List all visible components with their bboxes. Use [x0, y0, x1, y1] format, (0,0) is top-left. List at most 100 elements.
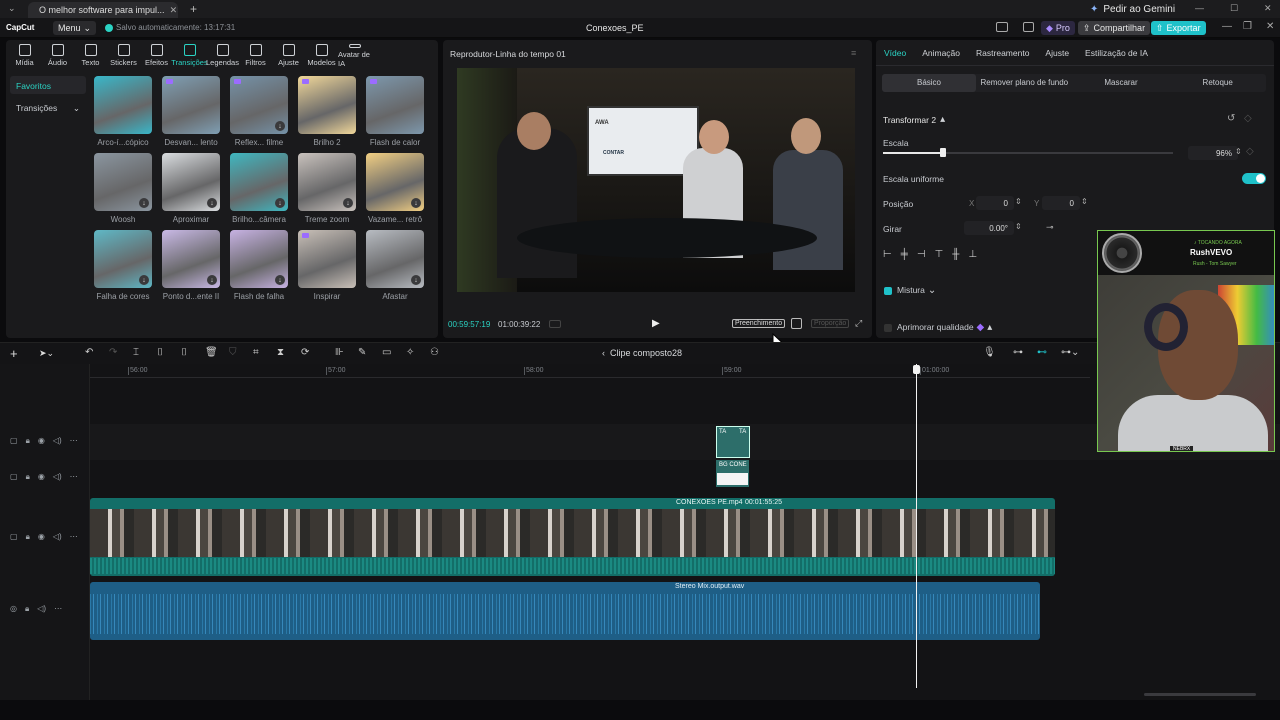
speaker-icon[interactable]: ◁) [53, 472, 62, 482]
uniform-scale-toggle[interactable] [1242, 173, 1266, 184]
tab-vídeo[interactable]: Vídeo [876, 48, 914, 58]
new-tab-icon[interactable]: + [190, 2, 197, 16]
app-minimize-icon[interactable]: — [1222, 21, 1232, 32]
blend-checkbox[interactable] [884, 287, 892, 295]
link-icon[interactable]: ⊶ [1013, 347, 1023, 358]
play-icon[interactable]: ▶ [652, 318, 660, 329]
eye-icon[interactable]: ◉ [38, 436, 45, 446]
subtab-remover-plano-de-fundo[interactable]: Remover plano de fundo [976, 74, 1073, 92]
add-track-icon[interactable]: + [10, 346, 18, 361]
pen-icon[interactable]: ✎ [358, 347, 366, 358]
effect-card[interactable]: Inspirar [294, 230, 360, 301]
close-window-icon[interactable]: ✕ [1264, 3, 1272, 14]
main-video-clip[interactable]: CONEXOES PE.mp4 00:01:55:25 [90, 498, 1055, 576]
lock-icon[interactable]: 🔒︎ [26, 436, 30, 446]
position-y-field[interactable]: 0 [1042, 196, 1080, 210]
delete-icon[interactable]: 🗑︎ [205, 347, 218, 358]
timecode-grid-icon[interactable] [549, 320, 561, 328]
effect-card[interactable]: ↓ Flash de falha [226, 230, 292, 301]
toolbar-ajuste[interactable]: Ajuste [272, 44, 305, 68]
time-ruler[interactable]: 56:00 57:00 58:00 59:00 01:00:00 [90, 364, 1090, 378]
split-right-icon[interactable]: ⌷ [181, 347, 187, 358]
download-icon[interactable]: ↓ [275, 275, 285, 285]
fullscreen-icon[interactable]: ⤢ [855, 318, 862, 329]
fill-mode-button[interactable]: Preenchimento [732, 319, 786, 328]
toolbar-modelos[interactable]: Modelos [305, 44, 338, 68]
align-center-icon[interactable]: ╪ [901, 249, 908, 260]
scale-slider-handle[interactable] [940, 148, 946, 157]
caption-icon[interactable]: ▭ [382, 347, 391, 358]
playhead-handle[interactable] [913, 365, 920, 374]
download-icon[interactable]: ↓ [139, 275, 149, 285]
magic-icon[interactable]: ✧ [406, 347, 414, 358]
stepper-icon[interactable]: ⇕ [1015, 197, 1022, 206]
align-left-icon[interactable]: ⊢ [883, 249, 892, 260]
stepper-icon[interactable]: ⇕ [1081, 197, 1088, 206]
stepper-icon[interactable]: ⇕ [1015, 222, 1022, 231]
align-bottom-icon[interactable]: ⊥ [968, 249, 977, 260]
toolbar-áudio[interactable]: Áudio [41, 44, 74, 68]
gemini-button[interactable]: ✦ Pedir ao Gemini [1090, 4, 1175, 15]
shortcut-icon[interactable] [1023, 22, 1034, 32]
tab-rastreamento[interactable]: Rastreamento [968, 48, 1037, 58]
toolbar-legendas[interactable]: Legendas [206, 44, 239, 68]
share-button[interactable]: ⇪ Compartilhar [1078, 21, 1151, 35]
subtab-mascarar[interactable]: Mascarar [1073, 74, 1170, 92]
transform-section[interactable]: Transformar 2 ▴ [883, 114, 945, 125]
rotate-field[interactable]: 0.00° [964, 221, 1014, 235]
overlay-clip-ta[interactable]: TA TA [716, 426, 750, 458]
scale-value-field[interactable]: 96% [1188, 146, 1238, 160]
video-preview[interactable]: AWA CONTAR [457, 68, 855, 292]
lock-icon[interactable]: 🔒︎ [26, 472, 30, 482]
more-icon[interactable]: ⋯ [54, 604, 62, 614]
overlay-clip-bg[interactable]: BG CONE [716, 460, 749, 487]
download-icon[interactable]: ↓ [207, 275, 217, 285]
tab-ajuste[interactable]: Ajuste [1037, 48, 1077, 58]
sidebar-item-transitions[interactable]: Transições ⌄ [10, 98, 86, 116]
chevron-down-icon[interactable]: ⌄ [8, 3, 16, 14]
effect-card[interactable]: ↓ Reflex... filme [226, 76, 292, 147]
playhead[interactable] [916, 364, 917, 688]
eye-icon[interactable]: ◉ [38, 532, 45, 542]
toolbar-efeitos[interactable]: Efeitos [140, 44, 173, 68]
sidebar-item-favorites[interactable]: Favoritos [10, 76, 86, 94]
effect-card[interactable]: ↓ Ponto d...ente II [158, 230, 224, 301]
toolbar-avatar-de-ia[interactable]: Avatar de IA [338, 44, 371, 68]
crop-icon[interactable]: ⌗ [253, 347, 259, 358]
effect-card[interactable]: Flash de calor [362, 76, 428, 147]
effect-card[interactable]: Desvan... lento [158, 76, 224, 147]
tab-animação[interactable]: Animação [914, 48, 968, 58]
menu-lines-icon[interactable]: ≡ [851, 48, 856, 58]
more-icon[interactable]: ⋯ [70, 436, 78, 446]
compound-breadcrumb[interactable]: ‹ Clipe composto28 [602, 348, 682, 358]
stepper-icon[interactable]: ⇕ [1235, 147, 1242, 156]
app-close-icon[interactable]: ✕ [1266, 21, 1274, 32]
toolbar-transições[interactable]: Transições [171, 44, 208, 68]
speaker-icon[interactable]: ◁) [53, 532, 62, 542]
more-icon[interactable]: ⋯ [70, 472, 78, 482]
lock-icon[interactable]: 🔒︎ [26, 532, 30, 542]
layout-icon[interactable] [996, 22, 1008, 32]
enhance-section[interactable]: Aprimorar qualidade ◆ ▴ [897, 322, 992, 333]
maximize-icon[interactable]: ☐ [1230, 3, 1238, 14]
align-top-icon[interactable]: ⊤ [935, 249, 944, 260]
redo-icon[interactable]: ↷ [109, 347, 117, 358]
effect-card[interactable]: ↓ Vazame... retrô [362, 153, 428, 224]
toolbar-stickers[interactable]: Stickers [107, 44, 140, 68]
effect-card[interactable]: ↓ Falha de cores [90, 230, 156, 301]
align-right-icon[interactable]: ⊣ [917, 249, 926, 260]
download-icon[interactable]: ↓ [275, 121, 285, 131]
effect-card[interactable]: ↓ Brilho...câmera [226, 153, 292, 224]
person-icon[interactable]: ⚇ [430, 347, 439, 358]
download-icon[interactable]: ↓ [139, 198, 149, 208]
download-icon[interactable]: ↓ [411, 198, 421, 208]
toolbar-filtros[interactable]: Filtros [239, 44, 272, 68]
keyframe-icon[interactable]: ◇ [1246, 146, 1254, 157]
minimize-icon[interactable]: — [1195, 3, 1204, 13]
effect-card[interactable]: ↓ Treme zoom [294, 153, 360, 224]
toolbar-mídia[interactable]: Mídia [8, 44, 41, 68]
undo-icon[interactable]: ↶ [85, 347, 93, 358]
mirror-icon[interactable]: ⧗ [277, 347, 284, 358]
app-maximize-icon[interactable]: ❐ [1243, 21, 1252, 32]
effect-card[interactable]: Arco-í...cópico [90, 76, 156, 147]
